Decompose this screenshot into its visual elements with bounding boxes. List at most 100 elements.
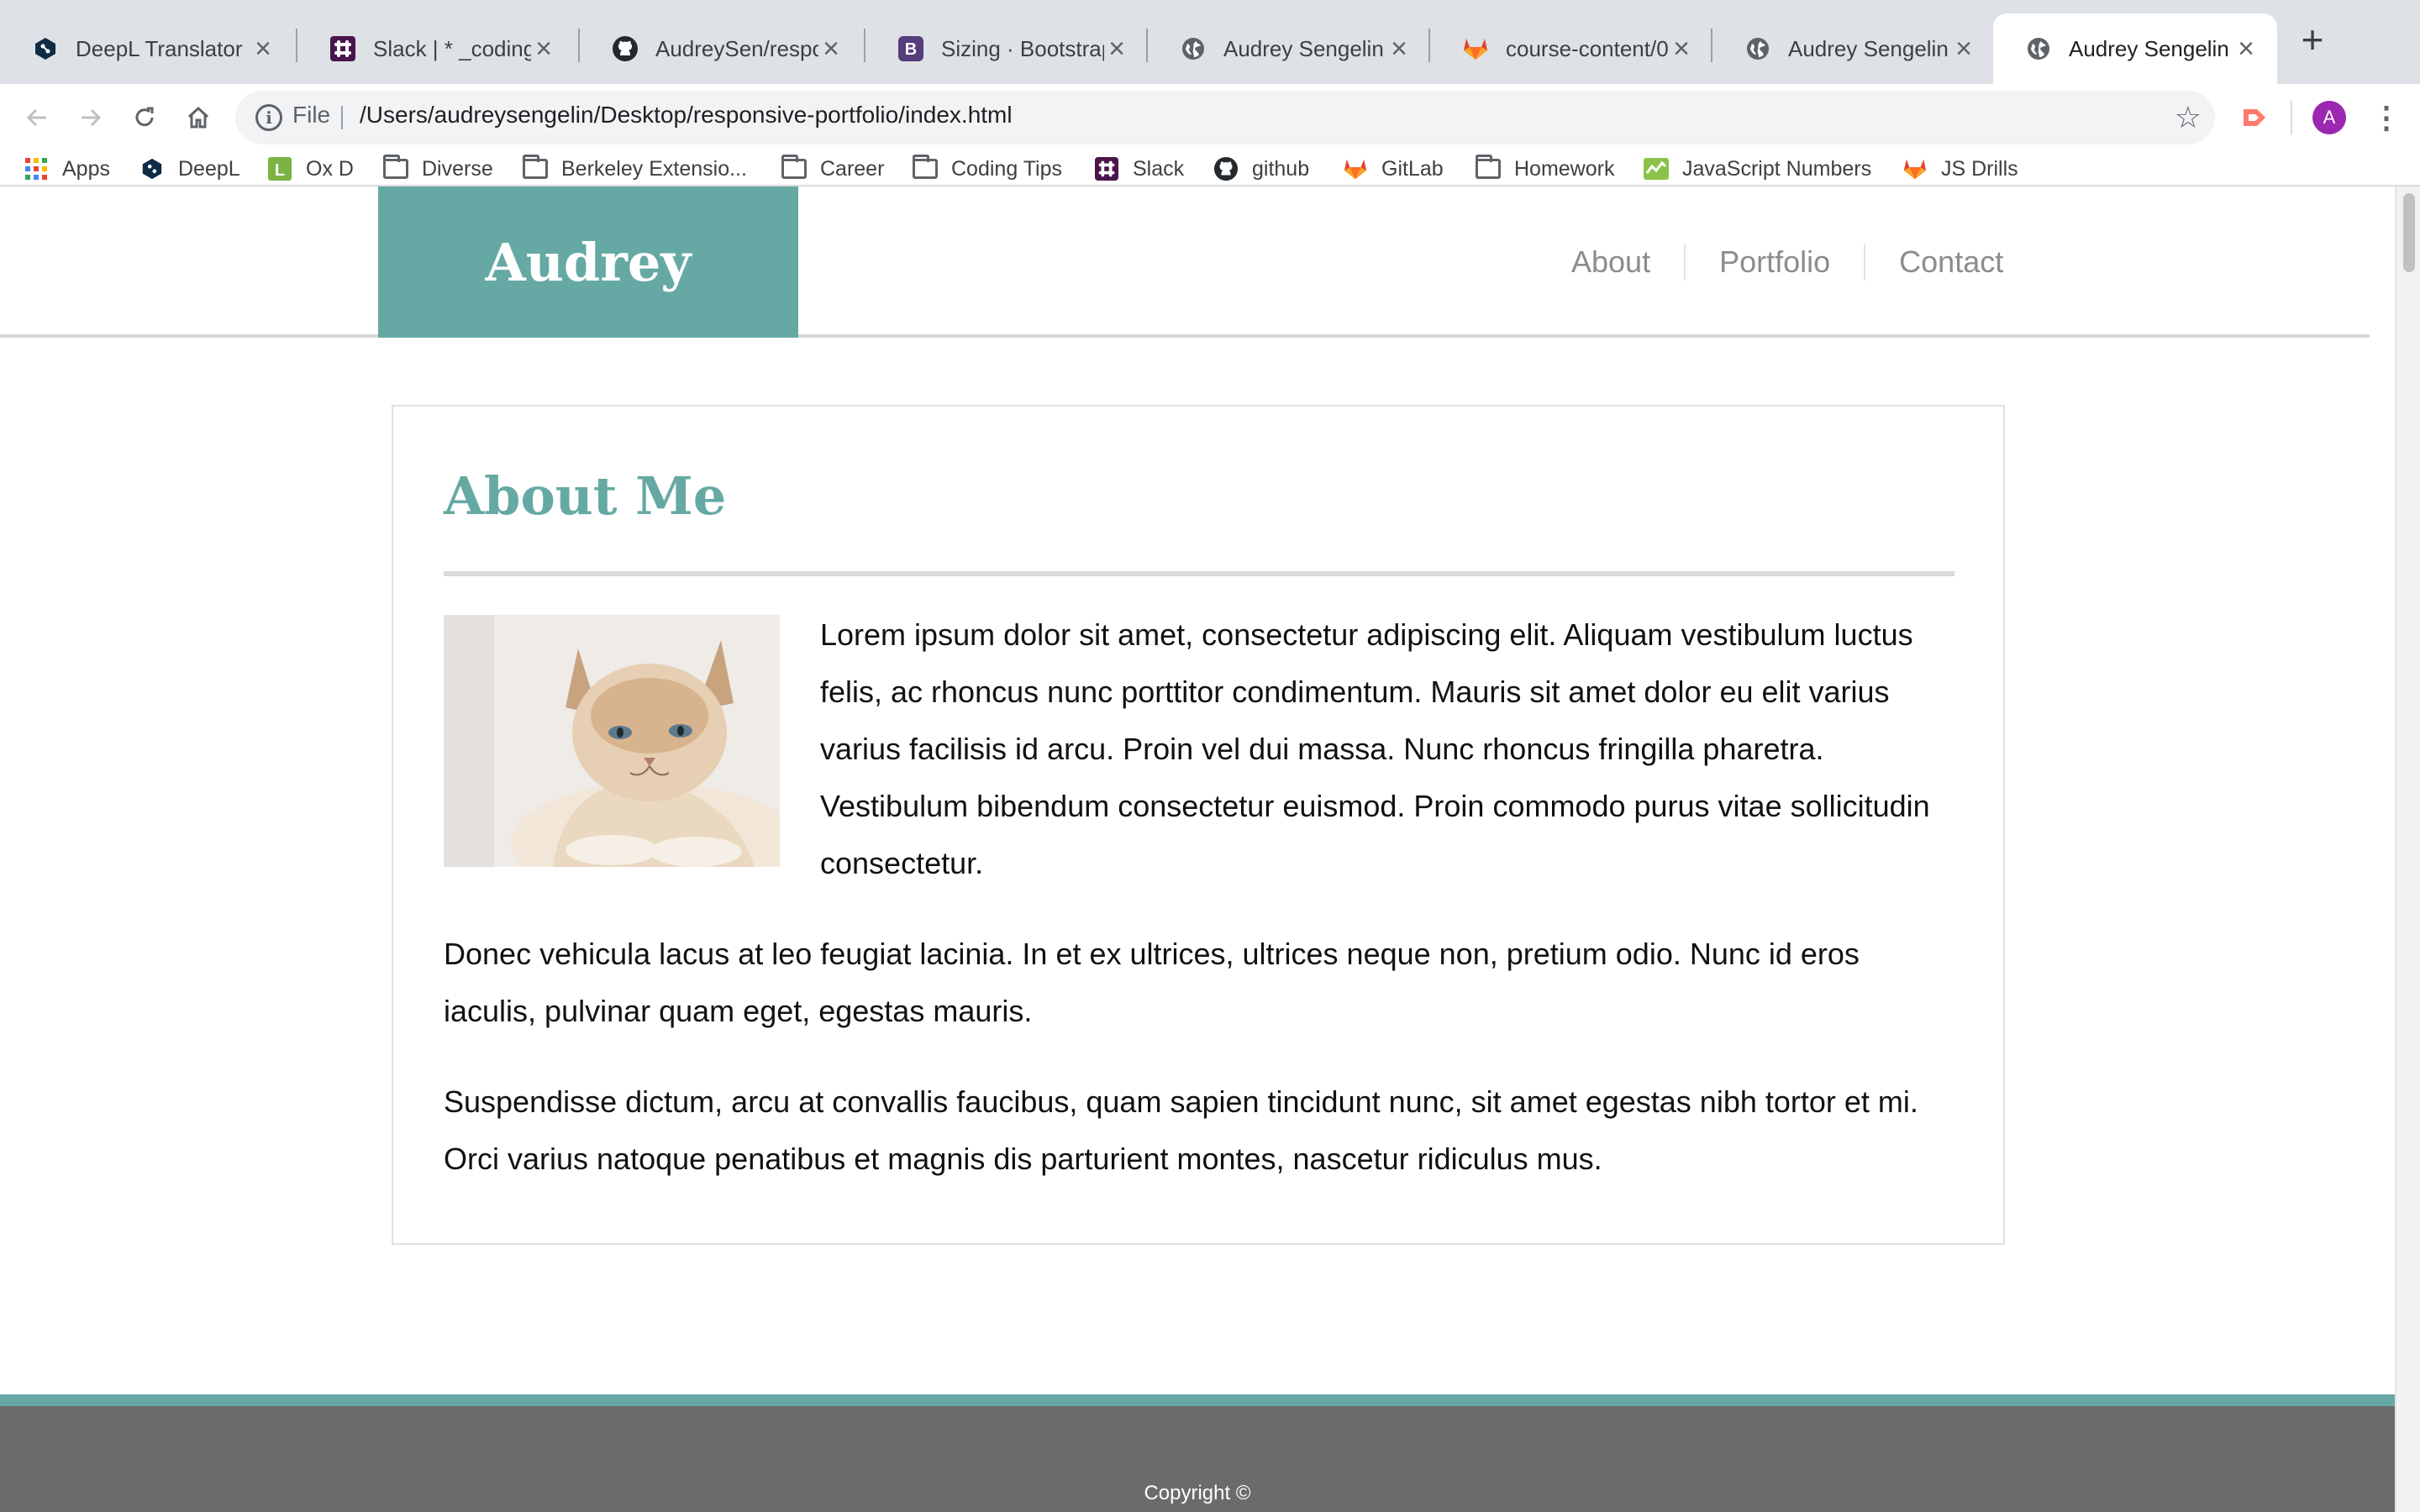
bookmark-career[interactable]: Career [781,151,884,186]
site-footer: Copyright © [0,1394,2395,1512]
bookmark-label: Career [820,156,885,181]
tab-course-content[interactable]: course-content/02 × [1430,13,1712,84]
about-title: About Me [444,465,727,527]
new-tab-button[interactable]: + [2296,20,2329,59]
menu-kebab-icon[interactable]: ⋮ [2371,99,2402,136]
extension-icon[interactable] [2238,97,2272,138]
bookmark-javascript-numbers[interactable]: JavaScript Numbers [1644,151,1871,186]
js-numbers-icon [1644,156,1669,181]
folder-icon [523,155,548,181]
folder-icon [781,155,807,181]
address-bar[interactable]: i File /Users/audreysengelin/Desktop/res… [235,91,2215,144]
bookmark-apps[interactable]: Apps [24,151,110,186]
github-icon [1213,156,1239,181]
forward-button[interactable] [72,99,109,136]
gitlab-icon [1343,156,1368,181]
tab-title: Audrey Sengelin [2069,35,2229,61]
about-paragraph: Donec vehicula lacus at leo feugiat laci… [444,937,1860,1028]
address-divider [341,106,343,129]
gitlab-icon [1902,156,1928,181]
bookmark-deepl[interactable]: DeepL [139,151,240,186]
brand-name: Audrey [485,231,692,293]
tab-bootstrap[interactable]: B Sizing · Bootstrap × [865,13,1148,84]
tab-title: course-content/02 [1506,35,1669,61]
tab-audrey-sengelin-active[interactable]: Audrey Sengelin × [1993,13,2277,84]
tab-deepl[interactable]: DeepL Translator × [0,13,294,84]
gitlab-icon [1462,35,1489,62]
about-body: Lorem ipsum dolor sit amet, consectetur … [444,606,1948,1221]
github-icon [612,35,639,62]
close-icon[interactable]: × [1104,34,1129,63]
tab-title: Audrey Sengelin [1223,35,1384,61]
bookmark-github[interactable]: github [1213,151,1309,186]
close-icon[interactable]: × [1386,34,1412,63]
bookmark-diverse[interactable]: Diverse [383,151,493,186]
bookmark-gitlab[interactable]: GitLab [1343,151,1444,186]
info-icon[interactable]: i [255,104,282,131]
page-viewport: Audrey About Portfolio Contact About Me [0,186,2420,1512]
deepl-icon [139,156,165,181]
folder-icon [1476,155,1501,181]
tab-audrey-sengelin-2[interactable]: Audrey Sengelin × [1712,13,1995,84]
apps-grid-icon [24,156,49,181]
reload-button[interactable] [126,99,163,136]
bookmark-label: github [1252,156,1310,181]
bookmark-label: GitLab [1381,156,1444,181]
close-icon[interactable]: × [818,34,844,63]
deepl-icon [32,35,59,62]
globe-icon [1744,35,1771,62]
close-icon[interactable]: × [250,34,276,63]
close-icon[interactable]: × [1669,34,1694,63]
close-icon[interactable]: × [531,34,556,63]
folder-icon [383,155,408,181]
title-divider [444,571,1954,576]
site-header: Audrey About Portfolio Contact [0,186,2370,338]
bookmark-slack[interactable]: Slack [1094,151,1184,186]
tab-github-repo[interactable]: AudreySen/respon × [580,13,862,84]
brand-logo[interactable]: Audrey [378,186,798,338]
bootstrap-icon: B [897,35,924,62]
slack-icon [1094,156,1119,181]
ox-d-icon: L [267,156,292,181]
bookmark-label: JS Drills [1941,156,2018,181]
tab-title: Sizing · Bootstrap [941,35,1104,61]
bookmark-label: Coding Tips [951,156,1063,181]
tab-slack[interactable]: Slack | * _coding-l × [297,13,575,84]
svg-text:B: B [905,40,917,59]
about-section: About Me Lorem ipsum dolor sit amet, con… [392,405,2005,1245]
bookmark-homework[interactable]: Homework [1476,151,1614,186]
globe-icon [2025,35,2052,62]
bookmark-label: Apps [62,156,110,181]
globe-icon [1180,35,1207,62]
nav-link-contact[interactable]: Contact [1865,244,2003,281]
nav-link-about[interactable]: About [1538,244,1686,281]
tab-title: Audrey Sengelin [1788,35,1949,61]
bookmarks-bar: Apps DeepL L Ox D Diverse Berkeley Exten… [0,151,2420,186]
scrollbar-thumb[interactable] [2403,193,2415,272]
nav-link-portfolio[interactable]: Portfolio [1686,244,1866,281]
bookmark-label: Berkeley Extensio... [561,156,747,181]
toolbar-divider [2291,101,2292,134]
copyright-text: Copyright © [1144,1482,1251,1504]
page-scrollbar[interactable] [2395,186,2420,1512]
profile-avatar[interactable]: A [2312,101,2346,134]
bookmark-label: JavaScript Numbers [1682,156,1872,181]
browser-tab-strip: DeepL Translator × Slack | * _coding-l ×… [0,0,2420,84]
tab-title: AudreySen/respon [655,35,818,61]
close-icon[interactable]: × [1951,34,1976,63]
back-button[interactable] [18,99,55,136]
bookmark-js-drills[interactable]: JS Drills [1902,151,2018,186]
site-nav: About Portfolio Contact [1538,237,2003,287]
home-button[interactable] [180,99,217,136]
close-icon[interactable]: × [2233,34,2259,63]
svg-text:L: L [275,161,285,180]
url-text[interactable]: /Users/audreysengelin/Desktop/responsive… [360,102,1013,129]
bookmark-coding-tips[interactable]: Coding Tips [913,151,1062,186]
bookmark-label: DeepL [178,156,240,181]
tab-title: Slack | * _coding-l [373,35,531,61]
bookmark-ox-d[interactable]: L Ox D [267,151,354,186]
tab-audrey-sengelin-1[interactable]: Audrey Sengelin × [1148,13,1430,84]
bookmark-berkeley-extension[interactable]: Berkeley Extensio... [523,151,747,186]
tab-title: DeepL Translator [76,35,243,61]
bookmark-star-icon[interactable]: ☆ [2175,99,2202,136]
